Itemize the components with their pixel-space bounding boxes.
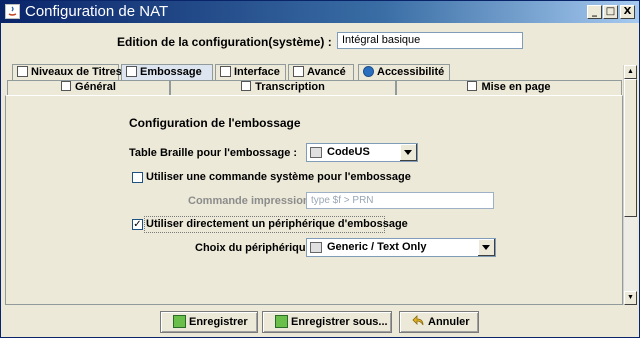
chevron-down-icon[interactable] <box>399 144 417 161</box>
use-system-command-label[interactable]: Utiliser une commande système pour l'emb… <box>146 171 411 183</box>
tab-embossage[interactable]: Embossage <box>121 64 213 80</box>
cancel-button-label: Annuler <box>428 316 470 328</box>
close-button[interactable]: X <box>620 5 635 19</box>
save-icon <box>173 315 186 328</box>
window-title: Configuration de NAT <box>25 3 169 20</box>
nat-configuration-window: Configuration de NAT _ □ X Edition de la… <box>0 0 640 338</box>
table-icon <box>310 147 322 158</box>
scroll-down-arrow-icon[interactable]: ▼ <box>624 291 637 305</box>
save-as-button-label: Enregistrer sous... <box>291 316 388 328</box>
minimize-button[interactable]: _ <box>587 5 602 19</box>
tab-label: Accessibilité <box>377 66 445 78</box>
braille-table-select[interactable]: CodeUS <box>306 143 418 162</box>
undo-arrow-icon <box>412 315 425 328</box>
accessibility-icon <box>363 66 374 77</box>
vertical-scrollbar[interactable]: ▲ ▼ <box>623 65 637 305</box>
use-device-checkbox[interactable]: ✓ <box>132 219 143 230</box>
print-command-label: Commande impression : <box>188 195 317 207</box>
save-as-icon <box>275 315 288 328</box>
scroll-up-arrow-icon[interactable]: ▲ <box>624 65 637 79</box>
braille-table-label: Table Braille pour l'embossage : <box>129 147 298 159</box>
printer-icon <box>310 242 322 253</box>
interface-icon <box>220 66 231 77</box>
title-bar[interactable]: Configuration de NAT _ □ X <box>1 1 639 23</box>
save-as-button[interactable]: Enregistrer sous... <box>262 311 392 333</box>
tab-niveaux-de-titres[interactable]: Niveaux de Titres <box>12 64 122 80</box>
tab-transcription[interactable]: Transcription <box>170 80 396 95</box>
document-icon <box>61 81 72 91</box>
document-icon <box>241 81 252 91</box>
save-button-label: Enregistrer <box>189 316 248 328</box>
use-device-label[interactable]: Utiliser directement un périphérique d'e… <box>146 218 408 230</box>
print-command-field[interactable]: type $f > PRN <box>306 192 494 209</box>
tab-mise-en-page[interactable]: Mise en page <box>396 80 622 95</box>
tab-avance[interactable]: Avancé <box>288 64 354 80</box>
document-icon <box>467 81 478 91</box>
tab-interface[interactable]: Interface <box>215 64 286 80</box>
cancel-button[interactable]: Annuler <box>399 311 479 333</box>
edition-name-field[interactable]: Intégral basique <box>337 32 523 49</box>
device-select[interactable]: Generic / Text Only <box>306 238 496 257</box>
tab-label: Général <box>75 81 116 93</box>
java-app-icon <box>5 4 20 19</box>
use-system-command-checkbox[interactable] <box>132 172 143 183</box>
tab-general[interactable]: Général <box>7 80 170 95</box>
chevron-down-icon[interactable] <box>477 239 495 256</box>
tab-accessibilite[interactable]: Accessibilité <box>358 64 450 80</box>
device-choice-label: Choix du périphérique : <box>195 242 319 254</box>
tab-label: Avancé <box>307 66 346 78</box>
section-title: Configuration de l'embossage <box>129 116 301 130</box>
advanced-icon <box>293 66 304 77</box>
document-icon <box>17 66 28 77</box>
scrollbar-thumb[interactable] <box>624 79 637 217</box>
tab-label: Mise en page <box>481 81 551 93</box>
tab-label: Interface <box>234 66 280 78</box>
device-value: Generic / Text Only <box>327 241 427 253</box>
maximize-button[interactable]: □ <box>603 5 618 19</box>
tab-label: Embossage <box>140 66 202 78</box>
save-button[interactable]: Enregistrer <box>160 311 258 333</box>
tab-label: Transcription <box>255 81 325 93</box>
braille-table-value: CodeUS <box>327 146 370 158</box>
tab-label: Niveaux de Titres <box>31 66 122 78</box>
embosser-icon <box>126 66 137 77</box>
edition-label: Edition de la configuration(système) : <box>117 35 332 49</box>
